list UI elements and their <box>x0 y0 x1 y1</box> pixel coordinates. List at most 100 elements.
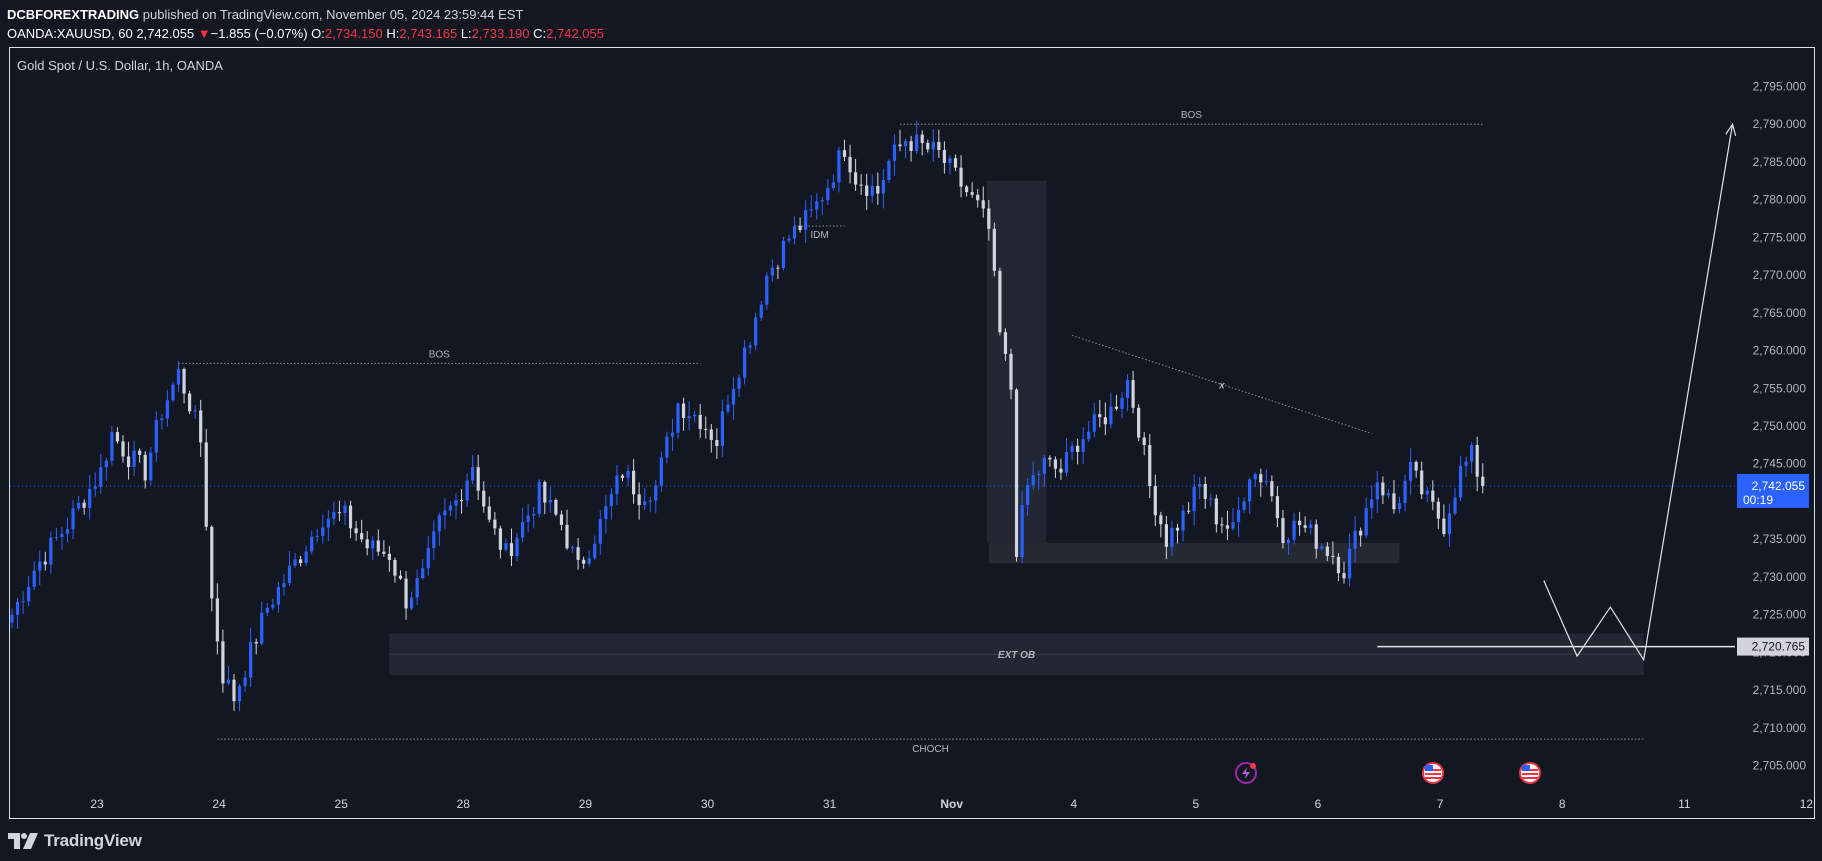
candle-body <box>604 506 608 520</box>
candle <box>476 454 480 501</box>
candle <box>598 509 602 555</box>
candle <box>371 535 375 561</box>
candle <box>1159 511 1163 538</box>
candle <box>437 512 441 547</box>
candle-body <box>521 522 525 538</box>
candle <box>676 401 680 439</box>
candle <box>1342 561 1346 584</box>
candle-body <box>848 156 852 173</box>
candle-body <box>1164 524 1168 547</box>
candle <box>743 340 747 385</box>
candle <box>49 531 53 574</box>
candle-body <box>831 182 835 188</box>
candle <box>687 401 691 430</box>
tradingview-logo[interactable]: TradingView <box>8 831 142 851</box>
candle-body <box>1142 437 1146 446</box>
lightning-event-icon[interactable] <box>1235 762 1257 784</box>
x-axis-tick-label: 28 <box>457 797 471 811</box>
candle <box>193 404 197 419</box>
candle-body <box>1470 444 1474 462</box>
candle-body <box>121 441 125 457</box>
candle-body <box>232 679 236 702</box>
candle-body <box>1042 457 1046 474</box>
candle <box>854 158 858 191</box>
us-flag-event-icon[interactable] <box>1519 762 1541 784</box>
candle-body <box>160 418 164 421</box>
candle <box>637 482 641 520</box>
candle-body <box>920 134 924 143</box>
candle <box>1137 404 1141 441</box>
candle-body <box>1014 389 1019 557</box>
candle-body <box>498 528 502 550</box>
candle <box>1259 468 1263 497</box>
candle-body <box>360 533 364 540</box>
candle <box>1420 461 1424 500</box>
candle <box>1209 493 1213 507</box>
candle-body <box>532 513 536 516</box>
candle-body <box>188 393 192 412</box>
candle <box>271 598 275 611</box>
candle-body <box>1331 555 1335 557</box>
candle-body <box>1137 407 1141 438</box>
candle-body <box>881 179 885 194</box>
candle <box>176 360 181 393</box>
candle-body <box>948 158 952 163</box>
candle-body <box>515 537 519 557</box>
candle <box>693 410 697 423</box>
candle <box>82 499 86 515</box>
candle-body <box>620 475 625 478</box>
candle <box>254 638 258 655</box>
candle <box>521 507 525 543</box>
candle <box>715 428 719 459</box>
projection-path <box>1543 124 1734 662</box>
candle <box>887 159 891 183</box>
candle <box>260 601 264 646</box>
candle-body <box>465 480 469 501</box>
candle <box>1375 471 1379 514</box>
candle-body <box>1220 524 1224 526</box>
candle <box>965 185 969 197</box>
level-price-label: 2,720.765 <box>1752 640 1806 654</box>
candle-body <box>15 601 20 615</box>
candle-body <box>1192 486 1196 512</box>
candle-body <box>1264 481 1268 483</box>
candle <box>870 174 874 203</box>
candle <box>421 559 425 580</box>
candle <box>537 479 541 518</box>
candle <box>1386 488 1390 499</box>
candle-body <box>759 304 763 318</box>
candle-body <box>476 467 480 491</box>
candle-body <box>404 578 408 609</box>
candle-body <box>1314 524 1318 549</box>
candle-body <box>393 559 397 576</box>
candle-body <box>776 267 780 269</box>
candle <box>809 195 813 218</box>
candle <box>299 555 303 567</box>
candle <box>942 141 946 174</box>
x-axis-tick-label: 6 <box>1315 797 1322 811</box>
candle <box>1181 505 1185 542</box>
y-axis-tick-label: 2,795.000 <box>1753 79 1807 93</box>
candle-body <box>937 142 941 151</box>
candle <box>1364 497 1368 538</box>
candle <box>604 495 608 534</box>
candle-body <box>1436 501 1440 519</box>
candle <box>1225 511 1230 541</box>
candle <box>1114 394 1119 411</box>
candle-body <box>1153 486 1157 516</box>
candle-body <box>509 543 514 557</box>
price-chart[interactable]: BOS BOS IDM CHOCH EXT OB x 2,795.000 2,790.000… <box>0 0 1822 861</box>
candle-body <box>421 568 425 579</box>
candle-body <box>820 200 824 202</box>
candle <box>410 591 414 611</box>
candle-body <box>1342 573 1346 579</box>
candle <box>93 472 97 497</box>
us-flag-event-icon[interactable] <box>1422 762 1444 784</box>
candle <box>1409 448 1413 496</box>
candle <box>138 448 142 463</box>
candle-body <box>326 518 330 528</box>
candle <box>315 528 319 543</box>
y-axis-tick-label: 2,765.000 <box>1753 306 1807 320</box>
candle-body <box>354 528 358 534</box>
candle <box>826 179 830 206</box>
